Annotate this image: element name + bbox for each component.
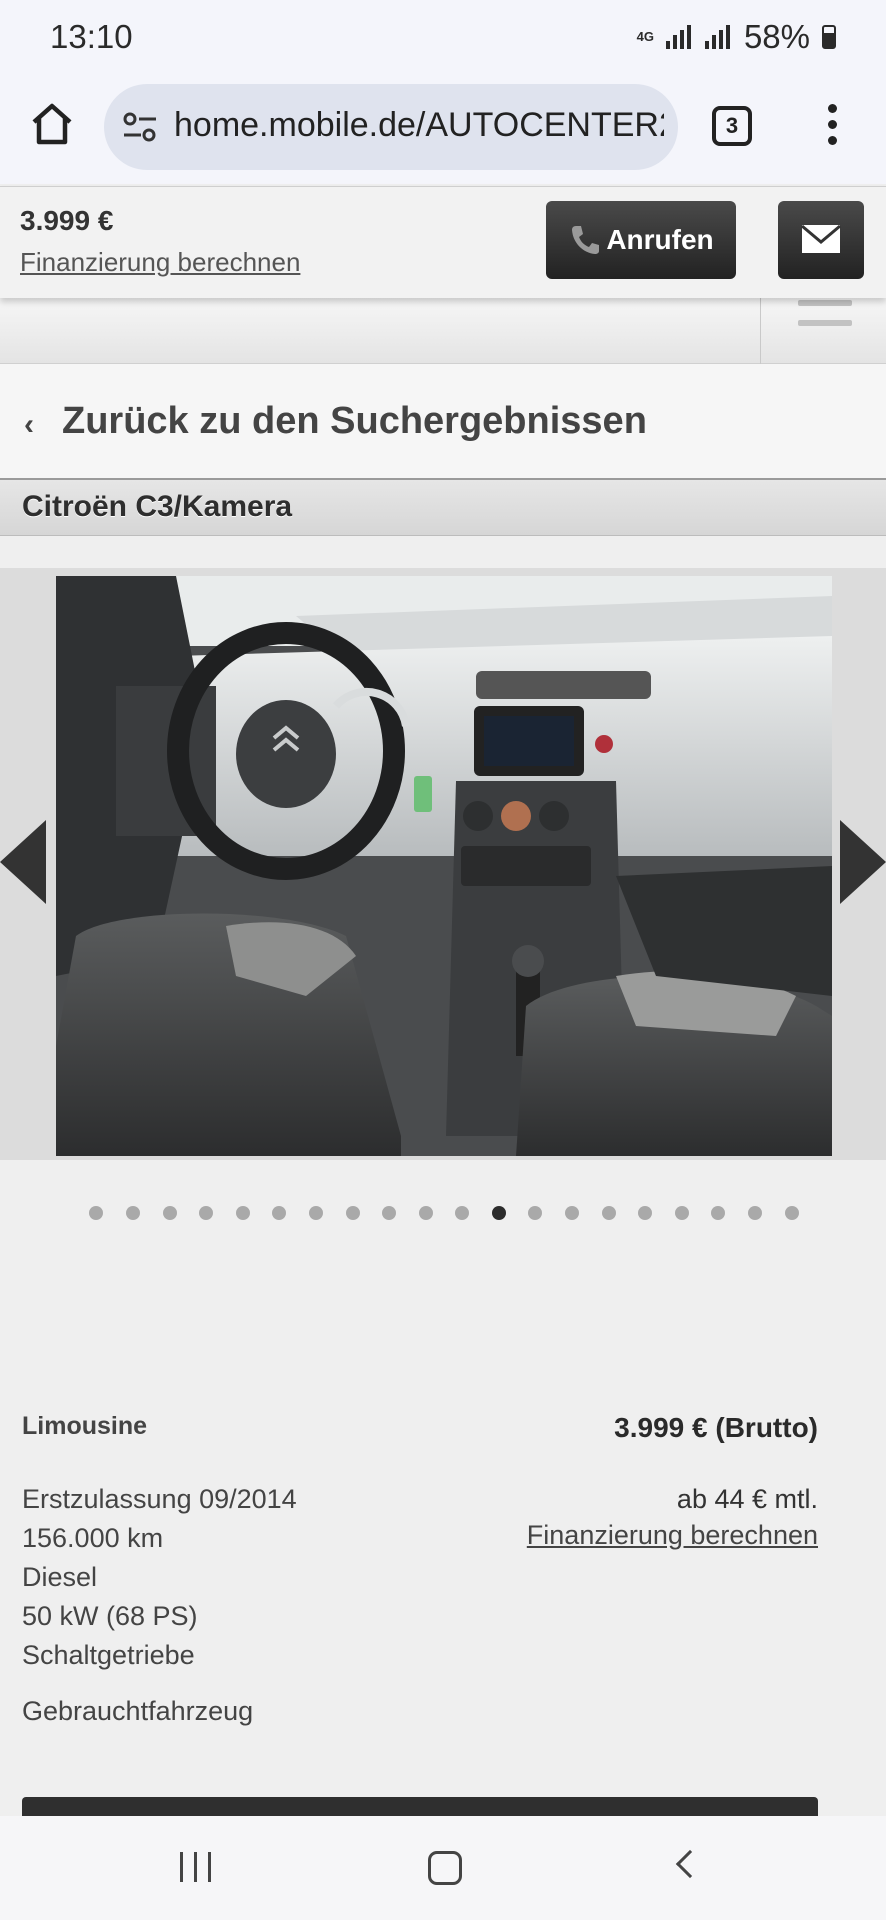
monthly-rate: ab 44 € mtl.	[676, 1484, 818, 1514]
gallery-dot[interactable]	[418, 1206, 433, 1220]
vehicle-condition: Gebrauchtfahrzeug	[22, 1696, 254, 1726]
address-bar[interactable]: home.mobile.de/AUTOCENTER2	[104, 84, 678, 170]
network-type: 4G	[636, 29, 654, 44]
mail-icon	[801, 224, 841, 253]
home-icon[interactable]	[28, 100, 76, 148]
gallery-pagination	[0, 1206, 886, 1226]
home-nav-icon[interactable]	[428, 1851, 462, 1885]
gallery-dot[interactable]	[784, 1206, 799, 1220]
sticky-contact-bar: 3.999 € Finanzierung berechnen Anrufen	[0, 186, 886, 298]
body-type: Limousine	[22, 1412, 148, 1440]
phone-icon	[572, 226, 600, 254]
spec-fuel: Diesel	[22, 1562, 98, 1592]
site-header	[0, 298, 886, 364]
battery-icon	[822, 25, 836, 49]
finance-link[interactable]: Finanzierung berechnen	[527, 1520, 818, 1551]
gallery-dot[interactable]	[674, 1206, 689, 1220]
gallery-prev-arrow-icon[interactable]	[0, 820, 46, 904]
status-bar: 13:10 4G 58%	[0, 0, 886, 72]
hamburger-menu-icon[interactable]	[798, 300, 852, 340]
email-button[interactable]	[778, 201, 864, 279]
site-settings-icon[interactable]	[122, 110, 158, 144]
back-to-results-link[interactable]: ‹ Zurück zu den Suchergebnissen	[0, 364, 886, 480]
gallery-dot[interactable]	[382, 1206, 397, 1220]
spec-power: 50 kW (68 PS)	[22, 1601, 198, 1631]
gallery-dot[interactable]	[199, 1206, 214, 1220]
signal-icon-2	[704, 25, 730, 49]
gallery-dot[interactable]	[638, 1206, 653, 1220]
gallery-dot[interactable]	[711, 1206, 726, 1220]
signal-icon	[665, 25, 691, 49]
more-menu-icon[interactable]	[826, 104, 838, 150]
image-gallery	[0, 568, 886, 1160]
spec-mileage: 156.000 km	[22, 1523, 164, 1553]
gallery-dot[interactable]	[528, 1206, 543, 1220]
chevron-left-icon: ‹	[24, 408, 34, 441]
gallery-dot[interactable]	[748, 1206, 763, 1220]
sticky-price: 3.999 €	[20, 205, 114, 236]
gallery-dot[interactable]	[308, 1206, 323, 1220]
spec-first-registration: Erstzulassung 09/2014	[22, 1484, 297, 1514]
gallery-next-arrow-icon[interactable]	[840, 820, 886, 904]
listing-title-bar: Citroën C3/Kamera	[0, 480, 886, 536]
call-button-label: Anrufen	[606, 224, 714, 255]
call-button[interactable]: Anrufen	[546, 201, 736, 279]
gallery-dot[interactable]	[162, 1206, 177, 1220]
header-divider	[760, 298, 761, 364]
tab-switcher-button[interactable]: 3	[712, 106, 752, 146]
gallery-dot[interactable]	[125, 1206, 140, 1220]
gallery-dot[interactable]	[565, 1206, 580, 1220]
gallery-dot[interactable]	[455, 1206, 470, 1220]
gallery-dot[interactable]	[272, 1206, 287, 1220]
car-interior-illustration	[56, 576, 832, 1156]
gallery-dot[interactable]	[345, 1206, 360, 1220]
status-indicators: 4G 58%	[637, 18, 836, 56]
car-interior-photo[interactable]	[56, 576, 832, 1156]
gallery-dot[interactable]	[235, 1206, 250, 1220]
system-nav-bar	[0, 1816, 886, 1920]
gallery-dot[interactable]	[491, 1206, 506, 1220]
price-gross: 3.999 € (Brutto)	[614, 1412, 818, 1443]
recent-apps-icon[interactable]	[180, 1852, 211, 1882]
battery-percent: 58%	[743, 18, 810, 55]
gallery-dot[interactable]	[601, 1206, 616, 1220]
sticky-finance-link[interactable]: Finanzierung berechnen	[20, 247, 300, 278]
url-text[interactable]: home.mobile.de/AUTOCENTER2	[174, 106, 664, 145]
spec-list: Erstzulassung 09/2014 156.000 km Diesel …	[22, 1480, 297, 1675]
listing-title: Citroën C3/Kamera	[22, 490, 293, 523]
back-nav-icon[interactable]	[675, 1849, 705, 1879]
status-time: 13:10	[50, 18, 133, 55]
spec-transmission: Schaltgetriebe	[22, 1640, 195, 1670]
browser-toolbar: home.mobile.de/AUTOCENTER2 3	[0, 72, 886, 184]
back-to-results-label: Zurück zu den Suchergebnissen	[62, 400, 647, 442]
gallery-dot[interactable]	[89, 1206, 104, 1220]
